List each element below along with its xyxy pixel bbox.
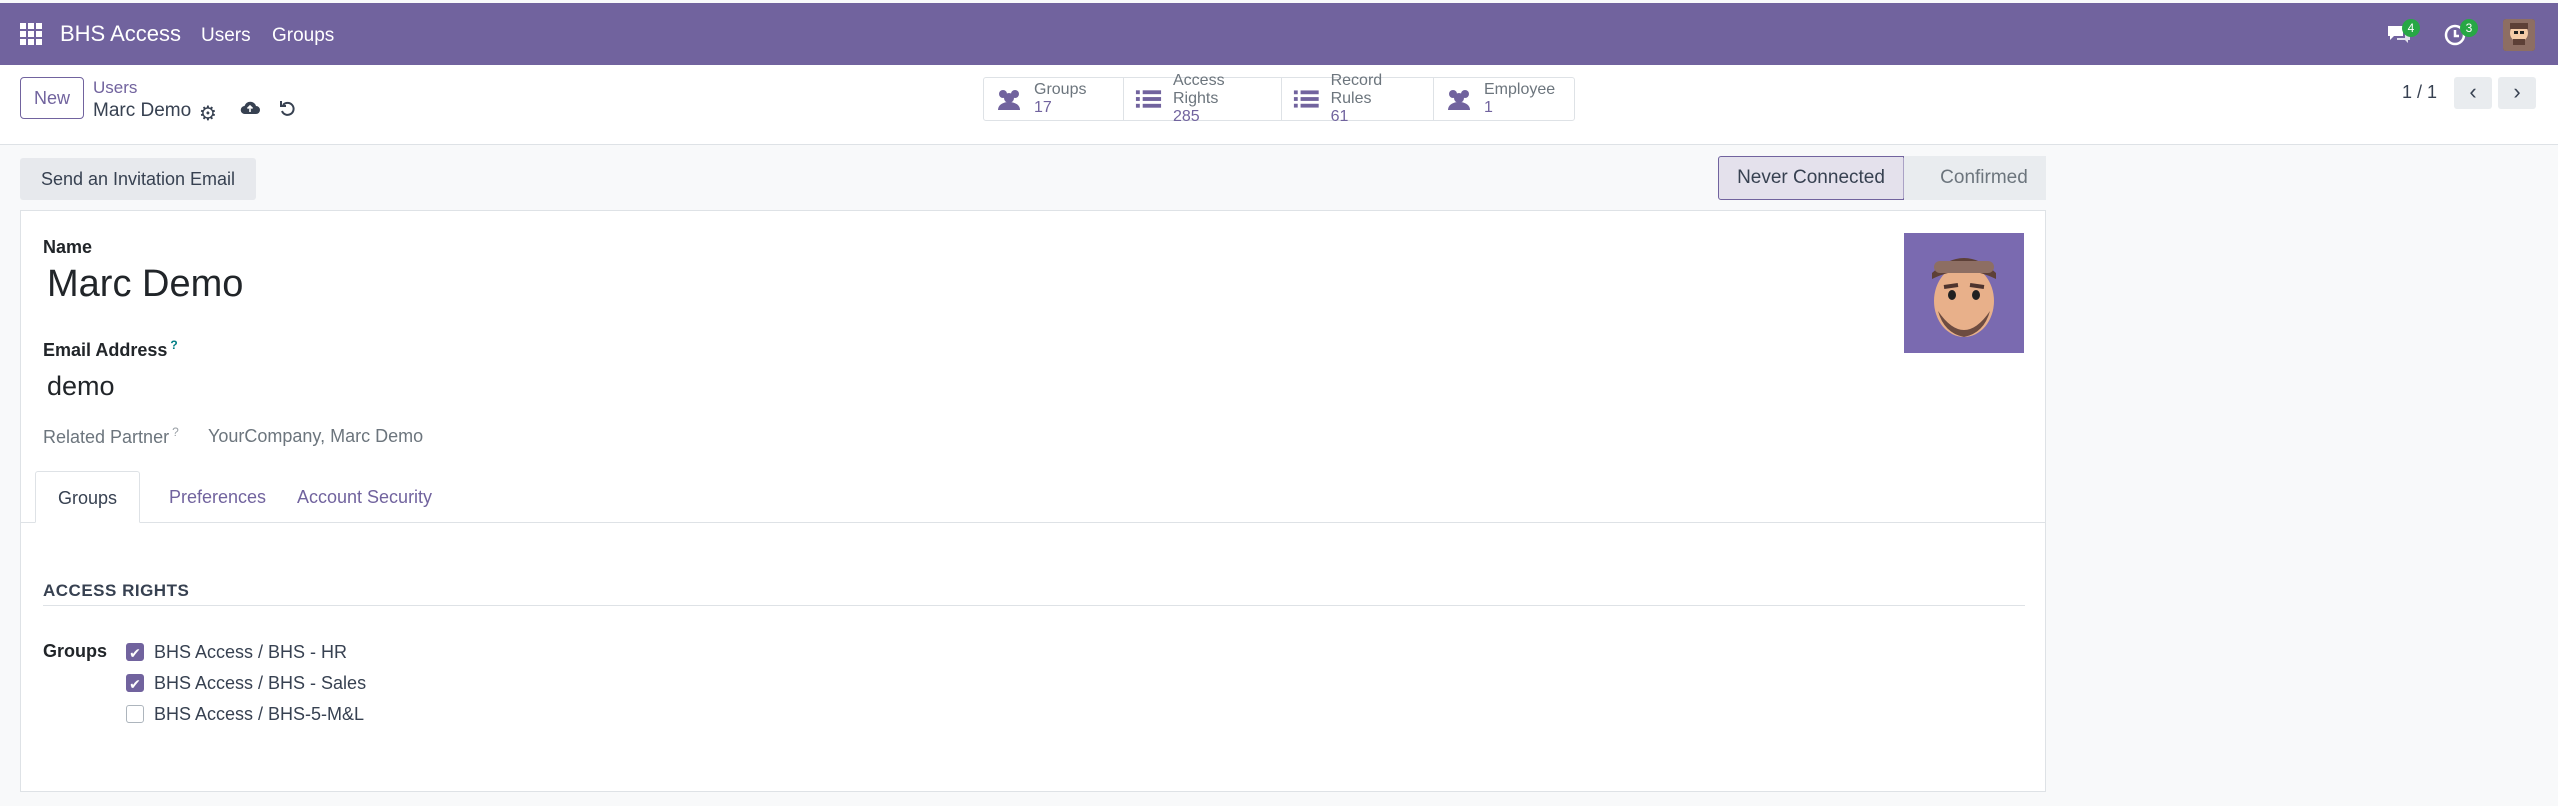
breadcrumb-users[interactable]: Users [93, 78, 137, 98]
partner-label: Related Partner? [43, 425, 179, 448]
smart-button-record-rules[interactable]: Record Rules 61 [1282, 72, 1434, 125]
stage-never-connected[interactable]: Never Connected [1718, 156, 1904, 200]
user-photo[interactable] [1904, 233, 2024, 353]
messages-badge: 4 [2402, 19, 2420, 37]
groups-label: Groups [43, 641, 108, 661]
name-field[interactable]: Marc Demo [47, 263, 243, 306]
pager-next-button[interactable]: › [2498, 77, 2536, 109]
group-checkbox-row[interactable]: ✔ BHS Access / BHS - Sales [126, 672, 366, 694]
tab-account-security[interactable]: Account Security [275, 471, 454, 523]
name-label: Name [43, 237, 93, 257]
smart-button-groups[interactable]: Groups 17 [984, 78, 1124, 120]
checkbox-unchecked[interactable] [126, 705, 144, 723]
control-panel: New Users Marc Demo ⚙ Groups 17 Access Ri… [0, 65, 2558, 145]
form-tabs: Groups Preferences Account Security [21, 471, 2045, 523]
partner-label-text: Related Partner [43, 427, 170, 447]
smart-button-value: 1 [1484, 99, 1493, 116]
tab-preferences[interactable]: Preferences [147, 471, 288, 523]
gear-icon[interactable]: ⚙ [199, 101, 217, 126]
menu-groups[interactable]: Groups [272, 25, 334, 47]
partner-help-icon[interactable]: ? [172, 425, 179, 439]
smart-button-access-rights[interactable]: Access Rights 285 [1124, 72, 1282, 125]
group-checkbox-row[interactable]: BHS Access / BHS-5-M&L [126, 703, 364, 725]
breadcrumb-current: Marc Demo [93, 100, 192, 121]
group-checkbox-label: BHS Access / BHS-5-M&L [154, 703, 365, 724]
app-title[interactable]: BHS Access [60, 21, 181, 47]
top-navbar: BHS Access Users Groups 4 3 [0, 3, 2558, 65]
new-button[interactable]: New [20, 77, 84, 119]
activities-badge: 3 [2460, 19, 2478, 37]
pager-previous-button[interactable]: ‹ [2454, 77, 2492, 109]
tab-groups[interactable]: Groups [35, 471, 141, 523]
smart-button-label: Groups [1034, 81, 1087, 98]
messages-icon[interactable]: 4 [2386, 19, 2420, 47]
group-checkbox-row[interactable]: ✔ BHS Access / BHS - HR [126, 641, 347, 663]
smart-buttons: Groups 17 Access Rights 285 Record Rules 61… [983, 72, 1575, 125]
list-icon [1135, 90, 1162, 108]
section-divider [43, 605, 2025, 606]
discard-icon[interactable] [279, 98, 297, 124]
send-invitation-button[interactable]: Send an Invitation Email [20, 158, 256, 200]
partner-field[interactable]: YourCompany, Marc Demo [208, 426, 423, 447]
users-icon [1448, 90, 1470, 110]
smart-button-value: 61 [1330, 108, 1349, 125]
smart-button-value: 285 [1173, 108, 1200, 125]
smart-button-value: 17 [1034, 99, 1052, 116]
section-title: ACCESS RIGHTS [43, 581, 190, 600]
menu-users[interactable]: Users [201, 25, 251, 47]
email-label-text: Email Address [43, 340, 168, 360]
user-avatar[interactable] [2503, 19, 2535, 51]
email-label: Email Address? [43, 338, 178, 361]
checkbox-checked[interactable]: ✔ [126, 643, 144, 661]
group-checkbox-label: BHS Access / BHS - Sales [154, 672, 367, 693]
form-sheet: Name Marc Demo Email Address? demo Relat… [20, 210, 2046, 792]
stage-confirmed[interactable]: Confirmed [1904, 156, 2046, 200]
checkbox-checked[interactable]: ✔ [126, 674, 144, 692]
smart-button-employee[interactable]: Employee 1 [1434, 78, 1574, 120]
users-icon [998, 90, 1020, 110]
activities-icon[interactable]: 3 [2444, 19, 2478, 47]
smart-button-label: Access Rights [1173, 72, 1225, 107]
pager-value[interactable]: 1 / 1 [2402, 82, 2437, 103]
email-field[interactable]: demo [47, 371, 115, 402]
group-checkbox-label: BHS Access / BHS - HR [154, 641, 348, 662]
smart-button-label: Employee [1484, 81, 1556, 98]
smart-button-label: Record Rules [1330, 72, 1383, 107]
save-cloud-icon[interactable] [240, 99, 260, 122]
list-icon [1293, 90, 1319, 108]
email-help-icon[interactable]: ? [170, 338, 177, 352]
apps-menu-icon[interactable] [20, 23, 42, 45]
